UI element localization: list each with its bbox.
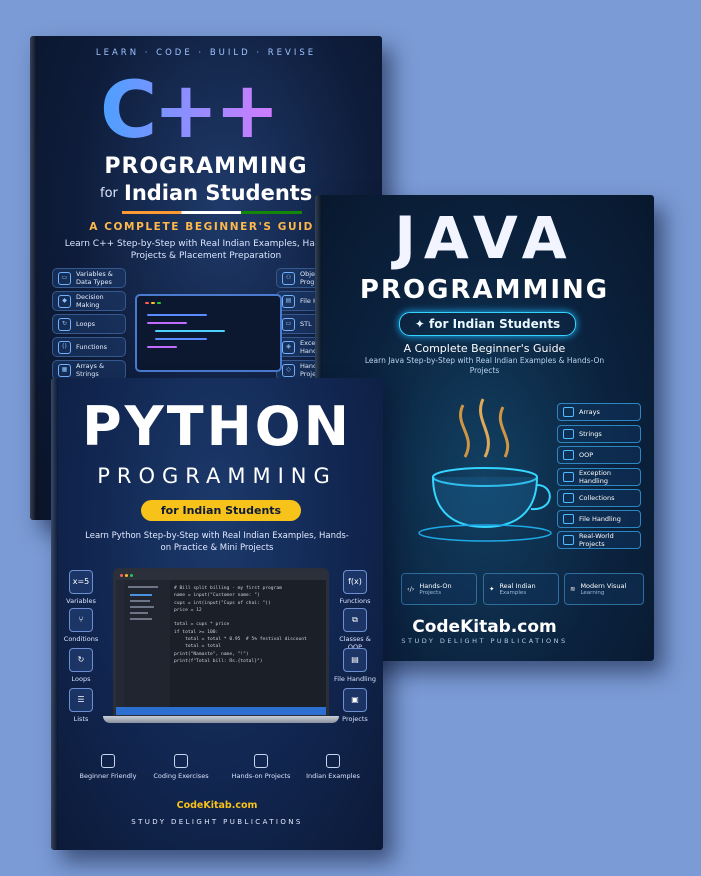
python-feature-beginner: Beginner Friendly	[78, 754, 138, 780]
loop-icon: ↻	[69, 648, 93, 672]
python-feature-exercises: Coding Exercises	[151, 754, 211, 780]
book-icon	[101, 754, 115, 768]
cube-icon: ◇	[282, 363, 295, 377]
book-spine	[30, 36, 37, 520]
cpp-topic-chip: ▭ Variables & Data Types	[52, 268, 126, 288]
editor-explorer-panel	[124, 580, 170, 707]
java-guide-subtitle: A Complete Beginner's Guide	[403, 342, 566, 355]
india-icon: ✦	[489, 585, 495, 593]
python-book-cover: PYTHON PROGRAMMING for Indian Students L…	[51, 378, 383, 850]
python-topic-file-handling: ▤ File Handling	[333, 648, 377, 683]
java-topic-chip: Arrays	[557, 403, 641, 421]
arrays-icon	[563, 407, 574, 417]
cpp-topic-chip: () Functions	[52, 337, 126, 357]
oop-icon	[563, 450, 574, 460]
checkbox-icon	[174, 754, 188, 768]
tricolor-underline	[122, 211, 302, 214]
code-icon: ‹/›	[407, 585, 415, 593]
python-programming-heading: PROGRAMMING	[97, 464, 337, 488]
glowing-coffee-cup-illustration	[418, 398, 552, 542]
cpp-for-label: for	[100, 186, 118, 201]
file-icon	[563, 514, 574, 524]
editor-title-bar	[116, 571, 326, 580]
function-icon: f(x)	[343, 570, 367, 594]
java-audience-pill: ✦ for Indian Students	[399, 312, 576, 336]
python-topic-functions: f(x) Functions	[333, 570, 377, 605]
python-topic-variables: x=5 Variables	[59, 570, 103, 605]
python-topic-loops: ↻ Loops	[59, 648, 103, 683]
cpp-description: Learn C++ Step-by-Step with Real Indian …	[64, 239, 348, 261]
java-programming-heading: PROGRAMMING	[359, 275, 610, 305]
loop-icon: ↻	[58, 317, 71, 331]
stl-icon: ▭	[282, 317, 295, 331]
java-topic-chip: Collections	[557, 489, 641, 507]
branch-icon: ⑂	[69, 608, 93, 632]
python-publisher: STUDY DELIGHT PUBLICATIONS	[131, 818, 303, 826]
cpp-topic-chip: ▦ Arrays & Strings	[52, 360, 126, 380]
python-topic-projects: ▣ Projects	[333, 688, 377, 723]
java-topic-chip: OOP	[557, 446, 641, 464]
python-topic-lists: ☰ Lists	[59, 688, 103, 723]
variables-icon: ▭	[58, 271, 71, 285]
laptop-code-editor-illustration: # Bill split billing - my first program …	[113, 568, 329, 718]
array-icon: ▦	[58, 363, 71, 377]
file-icon: ▤	[343, 648, 367, 672]
window-icon: ▣	[343, 688, 367, 712]
java-feature-badge: ≋ Modern Visual Learning	[564, 573, 644, 605]
hierarchy-icon: ⧉	[343, 608, 367, 632]
layers-icon: ≋	[570, 585, 576, 593]
editor-status-bar	[116, 707, 326, 715]
collections-icon	[563, 493, 574, 503]
object-icon: ⚇	[282, 271, 295, 285]
cpp-indian-students: Indian Students	[124, 181, 313, 205]
java-topic-chip: Real-World Projects	[557, 531, 641, 549]
exception-icon	[563, 472, 574, 482]
python-code-sample: # Bill split billing - my first program …	[174, 586, 307, 664]
java-topic-chip: Strings	[557, 425, 641, 443]
laptop-base	[103, 716, 339, 723]
projects-icon	[563, 535, 574, 545]
python-website: CodeKitab.com	[176, 800, 258, 811]
java-feature-badge: ✦ Real Indian Examples	[483, 573, 559, 605]
india-map-icon: ✦	[414, 317, 430, 331]
cpp-code-window-illustration	[135, 294, 282, 372]
java-description: Learn Java Step-by-Step with Real Indian…	[364, 356, 605, 375]
file-icon: ▤	[282, 294, 295, 308]
shield-icon: ◈	[282, 340, 295, 354]
editor-activity-bar	[116, 580, 124, 707]
python-topic-classes: ⧉ Classes & OOP	[333, 608, 377, 651]
location-icon	[326, 754, 340, 768]
function-icon: ()	[58, 340, 71, 354]
python-feature-examples: Indian Examples	[303, 754, 363, 780]
cpp-programming-heading: PROGRAMMING	[104, 154, 308, 179]
java-topic-chip: Exception Handling	[557, 468, 641, 486]
python-description: Learn Python Step-by-Step with Real Indi…	[85, 531, 349, 553]
diamond-icon: ◆	[58, 294, 71, 308]
python-audience-pill: for Indian Students	[141, 500, 301, 521]
layers-icon	[254, 754, 268, 768]
java-feature-badge: ‹/› Hands-On Projects	[401, 573, 477, 605]
java-topic-chip: File Handling	[557, 510, 641, 528]
cpp-logo: C++	[100, 66, 280, 156]
variables-icon: x=5	[69, 570, 93, 594]
python-feature-projects: Hands-on Projects	[231, 754, 291, 780]
python-topic-conditions: ⑂ Conditions	[59, 608, 103, 643]
strings-icon	[563, 429, 574, 439]
cpp-tagline: LEARN · CODE · BUILD · REVISE	[95, 48, 317, 58]
list-icon: ☰	[69, 688, 93, 712]
python-title: PYTHON	[82, 395, 352, 458]
cpp-topic-chip: ◆ Decision Making	[52, 291, 126, 311]
cpp-topic-chip: ↻ Loops	[52, 314, 126, 334]
java-title: JAVA	[394, 204, 575, 272]
